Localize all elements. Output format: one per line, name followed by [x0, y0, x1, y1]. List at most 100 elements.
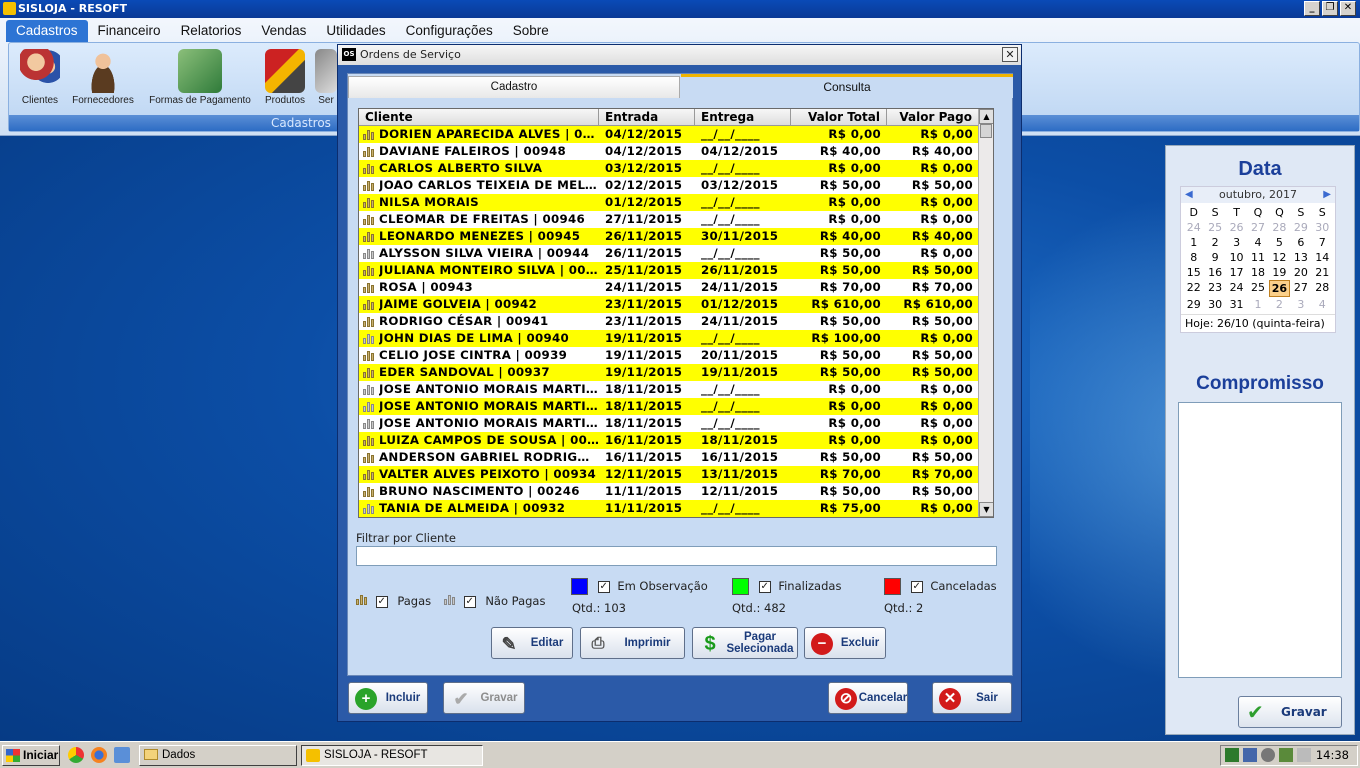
table-row[interactable]: JOHN DIAS DE LIMA | 00940 19/11/2015 __/__… [359, 330, 993, 347]
calendar-day[interactable]: 10 [1226, 250, 1247, 265]
observacao-checkbox[interactable]: ✓ [597, 580, 610, 593]
menu-vendas[interactable]: Vendas [251, 20, 316, 42]
calendar-day[interactable]: 13 [1290, 250, 1311, 265]
calendar-day[interactable]: 18 [1247, 265, 1268, 280]
tab-consulta[interactable]: Consulta [681, 74, 1013, 98]
calendar-day[interactable]: 16 [1204, 265, 1225, 280]
table-row[interactable]: CLEOMAR DE FREITAS | 00946 27/11/2015 __/_… [359, 211, 993, 228]
ribbon-clientes-button[interactable]: Clientes [15, 49, 65, 106]
start-button[interactable]: Iniciar [2, 745, 60, 766]
table-row[interactable]: EDER SANDOVAL | 00937 19/11/2015 19/11/201… [359, 364, 993, 381]
table-row[interactable]: JOSE ANTONIO MORAIS MARTIN... 18/11/2015 _… [359, 415, 993, 432]
ribbon-formas-pagamento-button[interactable]: Formas de Pagamento [141, 49, 259, 106]
close-button[interactable]: ✕ [1340, 1, 1356, 16]
calendar-day[interactable]: 29 [1290, 220, 1311, 235]
table-row[interactable]: JOSE ANTONIO MORAIS MARTIN... 18/11/2015 _… [359, 381, 993, 398]
calendar-day[interactable]: 5 [1269, 235, 1290, 250]
calendar-day[interactable]: 3 [1226, 235, 1247, 250]
calendar-day[interactable]: 4 [1312, 297, 1333, 312]
tray-security-icon[interactable] [1261, 748, 1275, 762]
table-row[interactable]: JOAO CARLOS TEIXEIA DE MELO ... 02/12/201… [359, 177, 993, 194]
excluir-button[interactable]: − Excluir [804, 627, 886, 659]
calendar-day-today[interactable]: 26 [1268, 280, 1291, 297]
side-gravar-button[interactable]: ✔ Gravar [1238, 696, 1342, 728]
ribbon-servicos-button[interactable]: Ser [315, 49, 337, 106]
calendar-day[interactable]: 1 [1183, 235, 1204, 250]
calendar-day[interactable]: 27 [1290, 280, 1311, 297]
calendar-day[interactable]: 23 [1204, 280, 1225, 297]
table-row[interactable]: ANDERSON GABRIEL RODRIGUES... 16/11/2015 1… [359, 449, 993, 466]
scroll-down-icon[interactable]: ▼ [979, 502, 993, 517]
calendar-day[interactable]: 25 [1204, 220, 1225, 235]
restore-button[interactable]: ❐ [1322, 1, 1338, 16]
calendar-day[interactable]: 14 [1312, 250, 1333, 265]
calendar-day[interactable]: 3 [1290, 297, 1311, 312]
calendar-day[interactable]: 7 [1312, 235, 1333, 250]
calendar-day[interactable]: 27 [1247, 220, 1268, 235]
col-cliente[interactable]: Cliente [359, 109, 599, 125]
calendar-day[interactable]: 25 [1247, 280, 1268, 297]
table-row[interactable]: JULIANA MONTEIRO SILVA | 007... 25/11/201… [359, 262, 993, 279]
calendar-day[interactable]: 17 [1226, 265, 1247, 280]
calendar-day[interactable]: 9 [1204, 250, 1225, 265]
calendar-day[interactable]: 19 [1269, 265, 1290, 280]
firefox-icon[interactable] [91, 747, 107, 763]
editar-button[interactable]: ✎ Editar [491, 627, 573, 659]
calendar-day[interactable]: 26 [1226, 220, 1247, 235]
table-scrollbar[interactable]: ▲ ▼ [978, 109, 993, 517]
table-row[interactable]: ALYSSON SILVA VIEIRA | 00944 26/11/2015 __… [359, 245, 993, 262]
ie-icon[interactable] [114, 747, 130, 763]
table-row[interactable]: LEONARDO MENEZES | 00945 26/11/2015 30/11/… [359, 228, 993, 245]
menu-relatorios[interactable]: Relatorios [171, 20, 252, 42]
tray-network-icon[interactable] [1243, 748, 1257, 762]
menu-utilidades[interactable]: Utilidades [316, 20, 395, 42]
calendar-day[interactable]: 2 [1204, 235, 1225, 250]
tray-usb-icon[interactable] [1279, 748, 1293, 762]
table-row[interactable]: RODRIGO CÉSAR | 00941 23/11/2015 24/11/201… [359, 313, 993, 330]
task-sisloja[interactable]: SISLOJA - RESOFT [301, 745, 483, 766]
nao-pagas-checkbox[interactable]: ✓ [463, 595, 476, 608]
table-row[interactable]: BRUNO NASCIMENTO | 00246 11/11/2015 12/11/… [359, 483, 993, 500]
table-row[interactable]: ROSA | 00943 24/11/2015 24/11/2015 R$ 70,00… [359, 279, 993, 296]
calendar-day[interactable]: 24 [1183, 220, 1204, 235]
pagas-checkbox[interactable]: ✓ [375, 595, 388, 608]
next-month-icon[interactable]: ▶ [1323, 187, 1331, 203]
col-entrega[interactable]: Entrega [695, 109, 791, 125]
col-entrada[interactable]: Entrada [599, 109, 695, 125]
table-row[interactable]: JAIME GOLVEIA | 00942 23/11/2015 01/12/201… [359, 296, 993, 313]
tray-volume-icon[interactable] [1297, 748, 1311, 762]
canceladas-checkbox[interactable]: ✓ [910, 580, 923, 593]
menu-configuracoes[interactable]: Configurações [396, 20, 503, 42]
calendar-day[interactable]: 2 [1269, 297, 1290, 312]
imprimir-button[interactable]: ⎙ Imprimir [580, 627, 685, 659]
scroll-thumb[interactable] [980, 124, 992, 138]
menu-cadastros[interactable]: Cadastros [6, 20, 88, 42]
filter-cliente-input[interactable] [356, 546, 997, 566]
calendar-day[interactable]: 22 [1183, 280, 1204, 297]
minimize-button[interactable]: _ [1304, 1, 1320, 16]
task-dados[interactable]: Dados [139, 745, 297, 766]
col-valor-pago[interactable]: Valor Pago [887, 109, 979, 125]
table-row[interactable]: NILSA MORAIS 01/12/2015 __/__/____ R$ 0,00 R… [359, 194, 993, 211]
col-valor-total[interactable]: Valor Total [791, 109, 887, 125]
calendar-day[interactable]: 15 [1183, 265, 1204, 280]
chrome-icon[interactable] [68, 747, 84, 763]
calendar-day[interactable]: 29 [1183, 297, 1204, 312]
menu-financeiro[interactable]: Financeiro [88, 20, 171, 42]
pagar-selecionada-button[interactable]: $ Pagar Selecionada [692, 627, 798, 659]
calendar-day[interactable]: 31 [1226, 297, 1247, 312]
table-row[interactable]: CELIO JOSE CINTRA | 00939 19/11/2015 20/11… [359, 347, 993, 364]
calendar-day[interactable]: 28 [1269, 220, 1290, 235]
calendar-day[interactable]: 11 [1247, 250, 1268, 265]
table-row[interactable]: DORIEN APARECIDA ALVES | 00... 04/12/2015… [359, 126, 993, 143]
table-row[interactable]: DAVIANE FALEIROS | 00948 04/12/2015 04/12/… [359, 143, 993, 160]
tab-cadastro[interactable]: Cadastro [348, 76, 680, 98]
calendar-day[interactable]: 1 [1247, 297, 1268, 312]
scroll-up-icon[interactable]: ▲ [979, 109, 993, 124]
calendar-day[interactable]: 30 [1204, 297, 1225, 312]
dialog-close-button[interactable]: ✕ [1002, 47, 1018, 62]
calendar-day[interactable]: 4 [1247, 235, 1268, 250]
calendar-day[interactable]: 30 [1312, 220, 1333, 235]
calendar-day[interactable]: 12 [1269, 250, 1290, 265]
sair-button[interactable]: ✕ Sair [932, 682, 1012, 714]
